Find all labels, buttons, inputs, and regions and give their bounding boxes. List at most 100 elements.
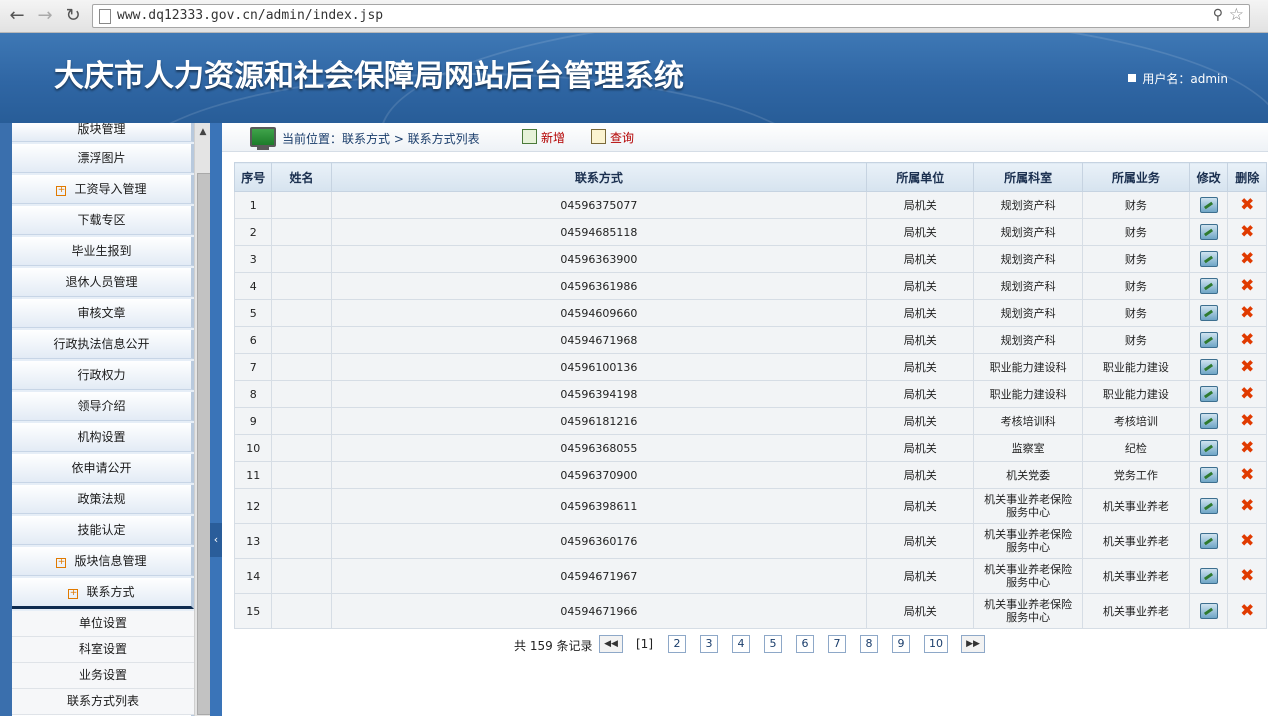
sidebar-subitem[interactable]: 联系方式列表 <box>12 689 194 715</box>
sidebar-subitem[interactable]: 单位设置 <box>12 611 194 637</box>
sidebar-item[interactable]: 行政权力 <box>12 361 194 390</box>
delete-icon[interactable]: ✖ <box>1240 413 1254 430</box>
cell-no: 10 <box>233 434 273 462</box>
sidebar-item[interactable]: 漂浮图片 <box>12 144 194 173</box>
sidebar-item-label: 行政执法信息公开 <box>53 337 150 351</box>
forward-arrow-icon[interactable]: → <box>34 5 56 27</box>
cell-edit <box>1188 558 1229 594</box>
delete-icon[interactable]: ✖ <box>1240 498 1254 515</box>
delete-icon[interactable]: ✖ <box>1240 278 1254 295</box>
delete-icon[interactable]: ✖ <box>1240 332 1254 349</box>
edit-icon[interactable] <box>1199 224 1218 240</box>
cell-unit: 局机关 <box>866 191 975 219</box>
sidebar-item[interactable]: 技能认定 <box>12 516 194 545</box>
edit-icon[interactable] <box>1199 197 1218 213</box>
sidebar-item-label: 版块信息管理 <box>74 554 147 568</box>
page-button[interactable]: 2 <box>668 635 686 653</box>
breadcrumb-bar: 当前位置：联系方式 > 联系方式列表 新增 查询 <box>222 123 1268 152</box>
sidebar-item[interactable]: + 联系方式 <box>12 578 194 609</box>
col-header-no: 序号 <box>233 162 273 192</box>
page-button[interactable]: 8 <box>860 635 878 653</box>
sidebar-item[interactable]: 政策法规 <box>12 485 194 514</box>
delete-icon[interactable]: ✖ <box>1240 197 1254 214</box>
sidebar-item[interactable]: 机构设置 <box>12 423 194 452</box>
sidebar-item[interactable]: + 版块信息管理 <box>12 547 194 576</box>
page-button[interactable]: 10 <box>924 635 948 653</box>
delete-icon[interactable]: ✖ <box>1240 533 1254 550</box>
delete-icon[interactable]: ✖ <box>1240 359 1254 376</box>
site-title: 大庆市人力资源和社会保障局网站后台管理系统 <box>54 59 684 94</box>
edit-icon[interactable] <box>1199 251 1218 267</box>
sidebar-item[interactable]: 行政执法信息公开 <box>12 330 194 359</box>
col-header-biz: 所属业务 <box>1081 162 1190 192</box>
sidebar-scrollbar[interactable]: ▲ <box>194 123 211 716</box>
page-button[interactable]: 4 <box>732 635 750 653</box>
cell-phone: 04594671968 <box>330 326 868 354</box>
cell-edit <box>1188 191 1229 219</box>
page-button[interactable]: 7 <box>828 635 846 653</box>
sidebar-item[interactable]: 依申请公开 <box>12 454 194 483</box>
cell-delete: ✖ <box>1227 461 1267 489</box>
edit-icon[interactable] <box>1199 305 1218 321</box>
cell-edit <box>1188 488 1229 524</box>
edit-icon[interactable] <box>1199 278 1218 294</box>
main-content: 当前位置：联系方式 > 联系方式列表 新增 查询 序号 姓名 联系方式 所属单位… <box>222 123 1268 716</box>
edit-icon[interactable] <box>1199 603 1218 619</box>
edit-icon[interactable] <box>1199 332 1218 348</box>
scroll-up-icon[interactable]: ▲ <box>195 125 211 139</box>
delete-icon[interactable]: ✖ <box>1240 224 1254 241</box>
cell-edit <box>1188 353 1229 381</box>
page-button[interactable]: 9 <box>892 635 910 653</box>
edit-icon[interactable] <box>1199 440 1218 456</box>
cell-phone: 04596363900 <box>330 245 868 273</box>
cell-delete: ✖ <box>1227 380 1267 408</box>
sidebar-item[interactable]: 领导介绍 <box>12 392 194 421</box>
edit-icon[interactable] <box>1199 498 1218 514</box>
cell-unit: 局机关 <box>866 434 975 462</box>
sidebar-subitem[interactable]: 科室设置 <box>12 637 194 663</box>
table-row: 7 04596100136 局机关 职业能力建设科 职业能力建设 ✖ <box>233 353 1267 381</box>
edit-icon[interactable] <box>1199 467 1218 483</box>
sidebar-item[interactable]: 下载专区 <box>12 206 194 235</box>
cell-no: 13 <box>233 523 273 559</box>
delete-icon[interactable]: ✖ <box>1240 305 1254 322</box>
sidebar-item[interactable]: + 工资导入管理 <box>12 175 194 204</box>
delete-icon[interactable]: ✖ <box>1240 568 1254 585</box>
add-button[interactable]: 新增 <box>522 129 565 146</box>
cell-delete: ✖ <box>1227 407 1267 435</box>
edit-icon[interactable] <box>1199 413 1218 429</box>
cell-dept: 规划资产科 <box>973 245 1083 273</box>
sidebar-item-top[interactable]: 版块管理 <box>12 123 194 142</box>
collapse-sidebar-icon[interactable]: ‹ <box>210 523 222 557</box>
edit-icon[interactable] <box>1199 568 1218 584</box>
sidebar-item[interactable]: 退休人员管理 <box>12 268 194 297</box>
bookmark-star-icon[interactable]: ☆ <box>1229 5 1244 25</box>
sidebar-item[interactable]: 审核文章 <box>12 299 194 328</box>
search-button[interactable]: 查询 <box>591 129 634 146</box>
sidebar-subitem[interactable]: 业务设置 <box>12 663 194 689</box>
edit-icon[interactable] <box>1199 359 1218 375</box>
delete-icon[interactable]: ✖ <box>1240 386 1254 403</box>
cell-unit: 局机关 <box>866 245 975 273</box>
back-arrow-icon[interactable]: ← <box>6 5 28 27</box>
cell-edit <box>1188 245 1229 273</box>
page-button[interactable]: 6 <box>796 635 814 653</box>
last-page-button[interactable]: ▶▶ <box>961 635 985 653</box>
scroll-thumb[interactable] <box>197 173 211 715</box>
address-bar[interactable]: www.dq12333.gov.cn/admin/index.jsp ⚲ ☆ <box>92 4 1250 28</box>
delete-icon[interactable]: ✖ <box>1240 603 1254 620</box>
page-button[interactable]: 3 <box>700 635 718 653</box>
delete-icon[interactable]: ✖ <box>1240 440 1254 457</box>
sidebar-item-label: 毕业生报到 <box>71 244 132 258</box>
sidebar-item[interactable]: 毕业生报到 <box>12 237 194 266</box>
delete-icon[interactable]: ✖ <box>1240 467 1254 484</box>
cell-name <box>271 434 332 462</box>
page-button[interactable]: 5 <box>764 635 782 653</box>
edit-icon[interactable] <box>1199 533 1218 549</box>
delete-icon[interactable]: ✖ <box>1240 251 1254 268</box>
reload-icon[interactable]: ↻ <box>62 5 84 27</box>
first-page-button[interactable]: ◀◀ <box>599 635 623 653</box>
edit-icon[interactable] <box>1199 386 1218 402</box>
url-text[interactable]: www.dq12333.gov.cn/admin/index.jsp <box>117 8 383 23</box>
key-icon[interactable]: ⚲ <box>1213 7 1223 23</box>
